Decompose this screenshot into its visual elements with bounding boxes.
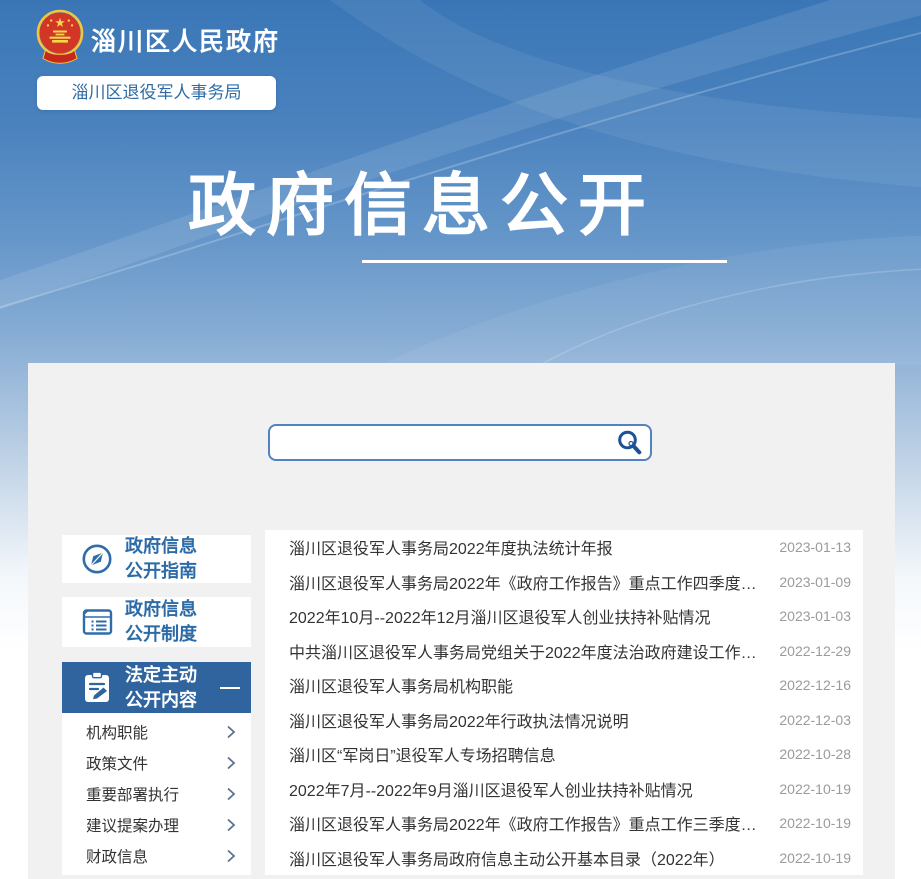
article-title-link[interactable]: 淄川区退役军人事务局政府信息主动公开基本目录（2022年）	[289, 846, 725, 870]
chevron-right-icon	[226, 756, 236, 770]
chevron-right-icon	[226, 849, 236, 863]
list-item[interactable]: 淄川区退役军人事务局2022年度执法统计年报 2023-01-13	[265, 530, 863, 565]
sidebar-item-system[interactable]: 政府信息 公开制度	[62, 597, 251, 647]
site-name[interactable]: 淄川区人民政府	[91, 22, 280, 58]
article-date: 2022-12-29	[779, 643, 851, 659]
list-item[interactable]: 淄川区退役军人事务局2022年《政府工作报告》重点工作三季度完成情况 2022-…	[265, 806, 863, 841]
list-item[interactable]: 2022年7月--2022年9月淄川区退役军人创业扶持补贴情况 2022-10-…	[265, 772, 863, 807]
chevron-right-icon	[226, 818, 236, 832]
subitem-label: 重要部署执行	[86, 783, 179, 805]
subitem-label: 机构职能	[86, 721, 148, 743]
sidebar-subitem-deployment[interactable]: 重要部署执行	[62, 778, 251, 809]
sidebar-item-label: 政府信息 公开指南	[125, 534, 197, 584]
chevron-right-icon	[226, 787, 236, 801]
list-item[interactable]: 中共淄川区退役军人事务局党组关于2022年度法治政府建设工作的报告 2022-1…	[265, 634, 863, 669]
sidebar-item-label: 法定主动 公开内容	[125, 663, 197, 713]
article-title-link[interactable]: 2022年7月--2022年9月淄川区退役军人创业扶持补贴情况	[289, 777, 693, 801]
sidebar-item-guide[interactable]: 政府信息 公开指南	[62, 535, 251, 583]
national-emblem-icon	[36, 9, 84, 65]
article-date: 2022-12-03	[779, 712, 851, 728]
magnifier-icon	[616, 429, 643, 456]
article-date: 2022-10-19	[779, 781, 851, 797]
article-date: 2023-01-09	[779, 574, 851, 590]
sidebar-item-label: 政府信息 公开制度	[125, 597, 197, 647]
sidebar-subpanel: 机构职能 政策文件 重要部署执行 建议提案办理 财政信息	[62, 713, 251, 875]
compass-icon	[78, 542, 116, 576]
subitem-label: 建议提案办理	[86, 814, 179, 836]
article-title-link[interactable]: 2022年10月--2022年12月淄川区退役军人创业扶持补贴情况	[289, 604, 710, 628]
sidebar-subitem-policy[interactable]: 政策文件	[62, 747, 251, 778]
article-title-link[interactable]: 淄川区退役军人事务局2022年行政执法情况说明	[289, 708, 629, 732]
page: 淄川区人民政府 淄川区退役军人事务局 政府信息公开 政府信息 公开指南	[0, 0, 921, 879]
list-item[interactable]: 淄川区“军岗日”退役军人专场招聘信息 2022-10-28	[265, 737, 863, 772]
clipboard-pen-icon	[78, 671, 116, 705]
minus-indicator: —	[220, 676, 240, 699]
article-date: 2022-12-16	[779, 677, 851, 693]
list-item[interactable]: 淄川区退役军人事务局政府信息主动公开基本目录（2022年） 2022-10-19	[265, 841, 863, 876]
title-underline-decoration	[362, 260, 727, 263]
list-item[interactable]: 2022年10月--2022年12月淄川区退役军人创业扶持补贴情况 2023-0…	[265, 599, 863, 634]
article-date: 2022-10-28	[779, 746, 851, 762]
list-item[interactable]: 淄川区退役军人事务局2022年行政执法情况说明 2022-12-03	[265, 703, 863, 738]
subitem-label: 政策文件	[86, 752, 148, 774]
department-badge-button[interactable]: 淄川区退役军人事务局	[37, 76, 276, 110]
sidebar-subitem-orgfunction[interactable]: 机构职能	[62, 716, 251, 747]
article-date: 2022-10-19	[779, 815, 851, 831]
search-input[interactable]	[270, 426, 608, 459]
search-button[interactable]	[608, 426, 650, 459]
article-title-link[interactable]: 淄川区退役军人事务局2022年度执法统计年报	[289, 535, 613, 559]
article-title-link[interactable]: 淄川区“军岗日”退役军人专场招聘信息	[289, 742, 556, 766]
chevron-right-icon	[226, 725, 236, 739]
notebook-icon	[78, 606, 116, 638]
article-date: 2023-01-03	[779, 608, 851, 624]
article-title-link[interactable]: 中共淄川区退役军人事务局党组关于2022年度法治政府建设工作的报告	[289, 639, 765, 663]
sidebar-subitem-finance[interactable]: 财政信息	[62, 840, 251, 871]
article-title-link[interactable]: 淄川区退役军人事务局2022年《政府工作报告》重点工作四季度完成情况	[289, 570, 765, 594]
subitem-label: 财政信息	[86, 845, 148, 867]
article-title-link[interactable]: 淄川区退役军人事务局2022年《政府工作报告》重点工作三季度完成情况	[289, 811, 765, 835]
article-date: 2022-10-19	[779, 850, 851, 866]
article-list: 淄川区退役军人事务局2022年度执法统计年报 2023-01-13 淄川区退役军…	[265, 530, 863, 875]
list-item[interactable]: 淄川区退役军人事务局2022年《政府工作报告》重点工作四季度完成情况 2023-…	[265, 565, 863, 600]
page-title: 政府信息公开	[188, 150, 656, 249]
sidebar-item-statutory-active[interactable]: 法定主动 公开内容 —	[62, 662, 251, 713]
search-box	[268, 424, 652, 461]
list-item[interactable]: 淄川区退役军人事务局机构职能 2022-12-16	[265, 668, 863, 703]
article-title-link[interactable]: 淄川区退役军人事务局机构职能	[289, 673, 513, 697]
sidebar-subitem-proposals[interactable]: 建议提案办理	[62, 809, 251, 840]
article-date: 2023-01-13	[779, 539, 851, 555]
